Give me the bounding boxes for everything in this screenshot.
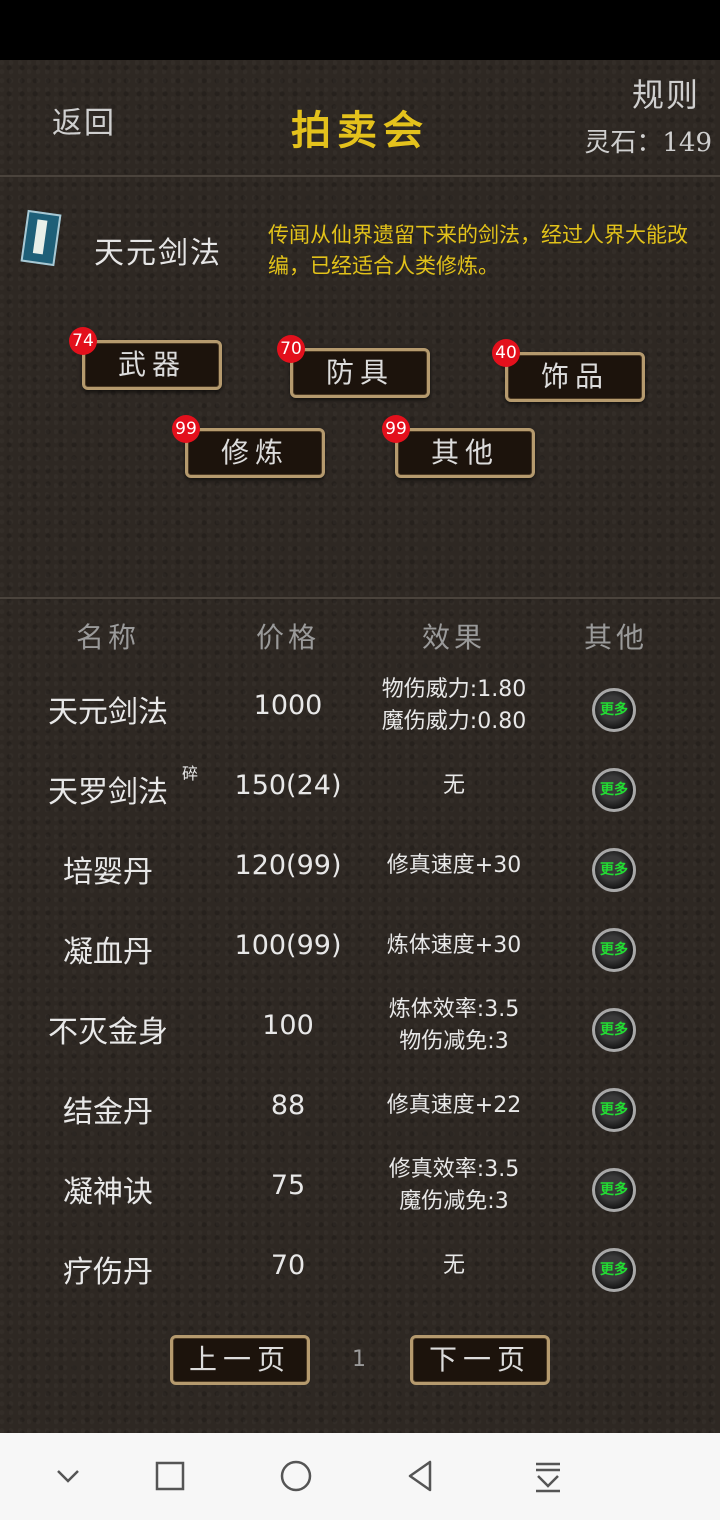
more-button[interactable]: 更多: [592, 928, 636, 972]
effect-line: 修真速度+30: [386, 853, 522, 878]
item-effect: 无: [354, 1250, 554, 1282]
table-row: 天罗剑法 碎 150(24) 无 更多: [0, 750, 720, 830]
item-effect: 无: [354, 770, 554, 802]
featured-item-name: 天元剑法: [94, 236, 222, 271]
category-accessory-button[interactable]: 饰品 40: [492, 339, 645, 402]
item-price: 1000: [253, 690, 323, 721]
category-cultivation-button[interactable]: 修炼 99: [172, 415, 325, 478]
more-button[interactable]: 更多: [592, 1168, 636, 1212]
effect-line: 物伤减免:3: [399, 1029, 509, 1054]
square-icon[interactable]: [152, 1458, 188, 1494]
table-row: 结金丹 88 修真速度+22 更多: [0, 1070, 720, 1150]
divider: [0, 175, 720, 177]
auction-screen: 返回 拍卖会 规则 灵石：149 天元剑法 传闻从仙界遗留下来的剑法，经过人界大…: [0, 60, 720, 1433]
item-effect: 炼体速度+30: [354, 930, 554, 962]
count-badge: 99: [382, 415, 410, 443]
more-button[interactable]: 更多: [592, 848, 636, 892]
item-name: 凝血丹: [63, 935, 153, 970]
table-row: 凝神诀 75 修真效率:3.5 魔伤减免:3 更多: [0, 1150, 720, 1230]
count-badge: 99: [172, 415, 200, 443]
item-name: 天元剑法: [48, 695, 168, 730]
page-number: 1: [352, 1347, 366, 1372]
effect-line: 魔伤减免:3: [399, 1189, 509, 1214]
item-price: 150(24): [234, 770, 342, 801]
category-other-button[interactable]: 其他 99: [382, 415, 535, 478]
item-price: 75: [270, 1170, 306, 1201]
triangle-back-icon[interactable]: [404, 1458, 440, 1494]
next-page-button[interactable]: 下一页: [410, 1335, 550, 1385]
circle-icon[interactable]: [278, 1458, 314, 1494]
fragment-tag: 碎: [182, 764, 199, 783]
count-badge: 40: [492, 339, 520, 367]
table-row: 培婴丹 120(99) 修真速度+30 更多: [0, 830, 720, 910]
item-name: 凝神诀: [63, 1175, 153, 1210]
count-badge: 74: [69, 327, 97, 355]
column-header-other: 其他: [583, 621, 648, 654]
featured-item-description: 传闻从仙界遗留下来的剑法，经过人界大能改编，已经适合人类修炼。: [268, 223, 688, 278]
category-armor-button[interactable]: 防具 70: [277, 335, 430, 398]
effect-line: 炼体效率:3.5: [388, 997, 520, 1022]
table-row: 天元剑法 1000 物伤威力:1.80 魔伤威力:0.80 更多: [0, 670, 720, 750]
item-effect: 修真速度+22: [354, 1090, 554, 1122]
download-icon[interactable]: [530, 1458, 566, 1494]
effect-line: 无: [442, 773, 465, 798]
table-row: 不灭金身 100 炼体效率:3.5 物伤减免:3 更多: [0, 990, 720, 1070]
item-name: 培婴丹: [63, 855, 153, 890]
item-price: 100(99): [234, 930, 342, 961]
item-price: 120(99): [234, 850, 342, 881]
system-navigation-bar: [0, 1433, 720, 1520]
category-label: 饰品: [540, 360, 609, 393]
spirit-stone-balance: 灵石：149: [584, 128, 712, 158]
effect-line: 炼体速度+30: [386, 933, 522, 958]
status-bar: [0, 0, 720, 60]
effect-line: 修真速度+22: [386, 1093, 522, 1118]
more-button[interactable]: 更多: [592, 1248, 636, 1292]
effect-line: 魔伤威力:0.80: [381, 709, 527, 734]
more-button[interactable]: 更多: [592, 768, 636, 812]
category-label: 修炼: [220, 436, 289, 469]
item-name: 结金丹: [63, 1095, 153, 1130]
item-effect: 物伤威力:1.80 魔伤威力:0.80: [354, 674, 554, 738]
item-effect: 修真效率:3.5 魔伤减免:3: [354, 1154, 554, 1218]
more-button[interactable]: 更多: [592, 688, 636, 732]
more-button[interactable]: 更多: [592, 1008, 636, 1052]
table-row: 疗伤丹 70 无 更多: [0, 1230, 720, 1310]
item-effect: 修真速度+30: [354, 850, 554, 882]
column-header-effect: 效果: [421, 621, 486, 654]
category-weapon-button[interactable]: 武器 74: [69, 327, 222, 390]
effect-line: 修真效率:3.5: [388, 1157, 520, 1182]
column-header-name: 名称: [75, 621, 140, 654]
item-name: 不灭金身: [48, 1015, 168, 1050]
more-button[interactable]: 更多: [592, 1088, 636, 1132]
category-label: 武器: [117, 348, 186, 381]
divider: [0, 597, 720, 599]
prev-page-button[interactable]: 上一页: [170, 1335, 310, 1385]
item-effect: 炼体效率:3.5 物伤减免:3: [354, 994, 554, 1058]
category-label: 防具: [325, 356, 394, 389]
column-header-price: 价格: [255, 621, 320, 654]
table-row: 凝血丹 100(99) 炼体速度+30 更多: [0, 910, 720, 990]
item-name: 疗伤丹: [63, 1255, 153, 1290]
item-price: 70: [270, 1250, 306, 1281]
category-label: 其他: [430, 436, 499, 469]
effect-line: 物伤威力:1.80: [381, 677, 527, 702]
item-name: 天罗剑法: [48, 775, 168, 810]
item-price: 100: [262, 1010, 314, 1041]
chevron-down-icon[interactable]: [50, 1458, 86, 1494]
rules-button[interactable]: 规则: [632, 70, 700, 116]
effect-line: 无: [442, 1253, 465, 1278]
item-price: 88: [270, 1090, 306, 1121]
count-badge: 70: [277, 335, 305, 363]
book-icon: [20, 209, 62, 267]
